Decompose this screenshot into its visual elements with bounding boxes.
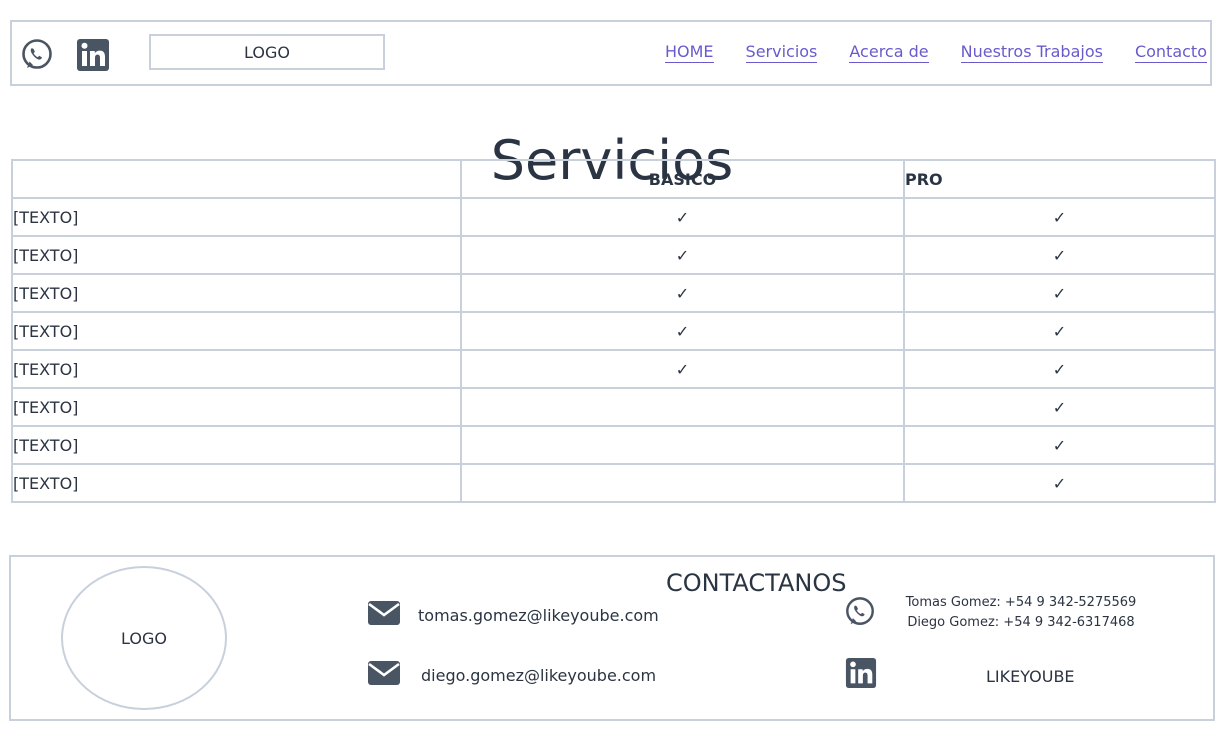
- feature-label: [TEXTO]: [11, 235, 462, 275]
- mail-icon: [368, 661, 400, 685]
- basic-check-cell: [460, 463, 905, 503]
- site-header: LOGO HOME Servicios Acerca de Nuestros T…: [10, 20, 1212, 86]
- main-nav: HOME Servicios Acerca de Nuestros Trabaj…: [633, 42, 1207, 63]
- mail-icon: [368, 601, 400, 625]
- contact-title: CONTACTANOS: [666, 569, 847, 597]
- table-header-row: BASICO PRO: [11, 159, 1216, 199]
- nav-contacto[interactable]: Contacto: [1134, 42, 1207, 63]
- whatsapp-icon[interactable]: [20, 38, 54, 72]
- footer-logo-label: LOGO: [121, 628, 167, 648]
- header-logo-label: LOGO: [244, 42, 290, 62]
- basic-check-cell: ✓: [460, 349, 905, 389]
- pro-check-cell: ✓: [903, 311, 1216, 351]
- email-diego-link[interactable]: diego.gomez@likeyoube.com: [421, 666, 656, 685]
- feature-label: [TEXTO]: [11, 387, 462, 427]
- pricing-table: BASICO PRO [TEXTO] ✓ ✓ [TEXTO] ✓ ✓ [TEXTO] ✓ ✓ [T…: [11, 159, 1216, 503]
- pro-check-cell: ✓: [903, 197, 1216, 237]
- table-row: [TEXTO] ✓ ✓: [11, 273, 1216, 313]
- pro-check-cell: ✓: [903, 349, 1216, 389]
- table-row: [TEXTO] ✓ ✓: [11, 311, 1216, 351]
- table-row: [TEXTO] ✓ ✓: [11, 197, 1216, 237]
- brand-link[interactable]: LIKEYOUBE: [986, 667, 1075, 686]
- nav-home[interactable]: HOME: [664, 42, 714, 63]
- table-row: [TEXTO] ✓: [11, 425, 1216, 465]
- basic-check-cell: [460, 387, 905, 427]
- email-tomas-link[interactable]: tomas.gomez@likeyoube.com: [418, 606, 659, 625]
- basic-check-cell: ✓: [460, 311, 905, 351]
- pro-check-cell: ✓: [903, 235, 1216, 275]
- basic-check-cell: ✓: [460, 273, 905, 313]
- phone-list: Tomas Gomez: +54 9 342-5275569 Diego Gom…: [901, 593, 1141, 633]
- feature-label: [TEXTO]: [11, 425, 462, 465]
- basic-check-cell: [460, 425, 905, 465]
- site-footer: LOGO CONTACTANOS tomas.gomez@likeyoube.c…: [9, 555, 1215, 721]
- table-row: [TEXTO] ✓: [11, 463, 1216, 503]
- feature-label: [TEXTO]: [11, 273, 462, 313]
- nav-acerca-de[interactable]: Acerca de: [849, 42, 929, 63]
- linkedin-icon[interactable]: [845, 657, 877, 689]
- pro-check-cell: ✓: [903, 463, 1216, 503]
- column-header-feature: [11, 159, 462, 199]
- header-logo[interactable]: LOGO: [149, 34, 385, 70]
- table-row: [TEXTO] ✓ ✓: [11, 235, 1216, 275]
- phone-tomas: Tomas Gomez: +54 9 342-5275569: [905, 595, 1137, 610]
- basic-check-cell: ✓: [460, 197, 905, 237]
- footer-logo[interactable]: LOGO: [61, 566, 227, 710]
- column-header-basico: BASICO: [460, 159, 905, 199]
- pro-check-cell: ✓: [903, 387, 1216, 427]
- whatsapp-icon[interactable]: [844, 596, 876, 628]
- basic-check-cell: ✓: [460, 235, 905, 275]
- feature-label: [TEXTO]: [11, 463, 462, 503]
- pricing-table-body: [TEXTO] ✓ ✓ [TEXTO] ✓ ✓ [TEXTO] ✓ ✓ [TEXTO] ✓ ✓ [TEX…: [11, 197, 1216, 503]
- nav-servicios[interactable]: Servicios: [745, 42, 818, 63]
- phone-diego: Diego Gomez: +54 9 342-6317468: [907, 615, 1135, 630]
- table-row: [TEXTO] ✓ ✓: [11, 349, 1216, 389]
- feature-label: [TEXTO]: [11, 197, 462, 237]
- table-row: [TEXTO] ✓: [11, 387, 1216, 427]
- feature-label: [TEXTO]: [11, 311, 462, 351]
- column-header-pro: PRO: [903, 159, 1216, 199]
- linkedin-icon[interactable]: [76, 38, 110, 72]
- pro-check-cell: ✓: [903, 273, 1216, 313]
- nav-nuestros-trabajos[interactable]: Nuestros Trabajos: [960, 42, 1103, 63]
- feature-label: [TEXTO]: [11, 349, 462, 389]
- pro-check-cell: ✓: [903, 425, 1216, 465]
